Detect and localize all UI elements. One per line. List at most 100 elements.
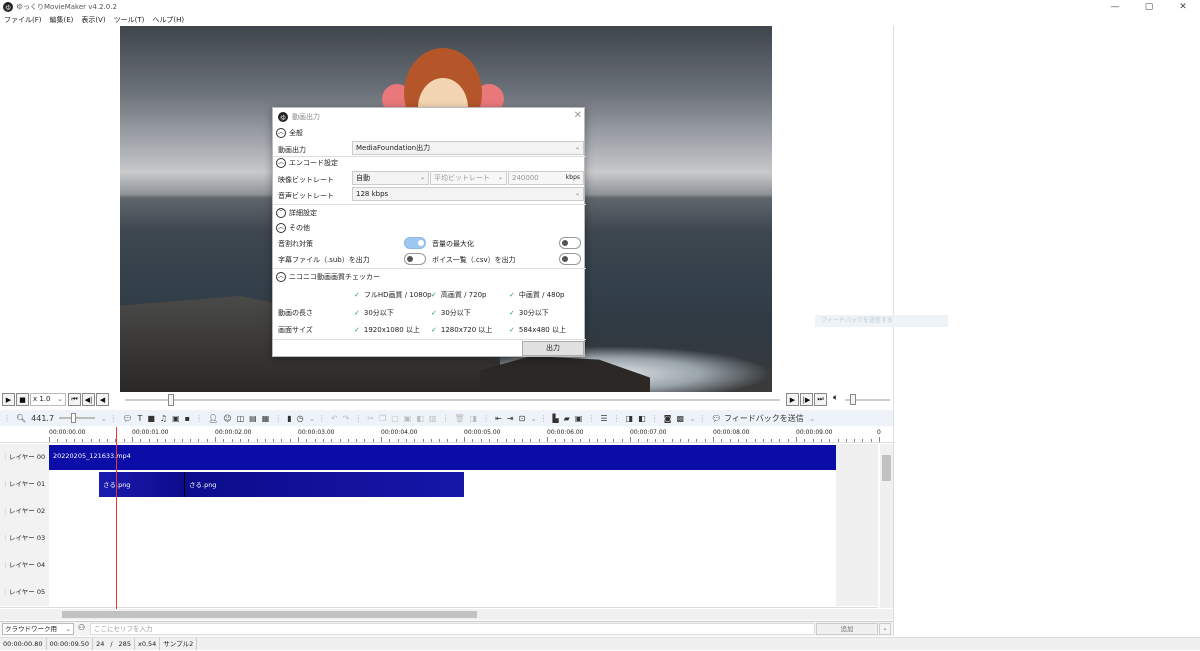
section-detail[interactable]: ﹀ 詳細設定 <box>276 208 317 218</box>
volume-thumb[interactable] <box>850 394 856 405</box>
next-frame-button[interactable]: |▶ <box>800 393 813 406</box>
video-bitrate-mode-select[interactable]: 自動 ⌄ <box>352 171 429 185</box>
preset-select[interactable]: クラウドワーク用 ⌄ <box>2 623 74 635</box>
speaker-icon[interactable]: ⚇ <box>78 623 85 632</box>
toggle-subtitle[interactable] <box>404 253 426 265</box>
maximize-button[interactable]: ▢ <box>1132 0 1166 14</box>
menu-help[interactable]: ヘルプ(H) <box>148 14 188 26</box>
seek-thumb[interactable] <box>168 394 174 406</box>
group-icon[interactable]: ▥ <box>429 414 437 423</box>
timeline-layer[interactable]: レイヤー 02 <box>0 498 878 525</box>
menu-edit[interactable]: 編集(E) <box>46 14 78 26</box>
copy-icon[interactable]: ❐ <box>379 414 386 423</box>
stop-button[interactable]: ■ <box>16 393 29 406</box>
video-bitrate-input[interactable]: 240000 kbps <box>508 171 584 185</box>
layer-track[interactable] <box>49 498 836 525</box>
layer-name[interactable]: レイヤー 04 <box>0 552 49 579</box>
vertical-scroll-thumb[interactable] <box>882 455 891 481</box>
camera-icon[interactable]: ◙ <box>664 414 672 423</box>
dialog-close-icon[interactable]: ✕ <box>574 110 582 121</box>
add-button[interactable]: 追加 <box>816 623 878 635</box>
timeline-layer[interactable]: レイヤー 04 <box>0 552 878 579</box>
redo-icon[interactable]: ↷ <box>343 414 350 423</box>
minimize-button[interactable]: — <box>1098 0 1132 14</box>
prev-frame-button[interactable]: ◀| <box>82 393 95 406</box>
skip-end-button[interactable]: ⏭ <box>814 393 827 406</box>
zoom-slider[interactable] <box>59 413 96 423</box>
settings-sliders-icon[interactable]: ☰ <box>600 414 607 423</box>
music-icon[interactable]: ♫ <box>160 414 167 423</box>
duplicate-icon[interactable]: ◧ <box>416 414 424 423</box>
move-right-icon[interactable]: ⇥ <box>507 414 514 423</box>
video-icon[interactable]: ■ <box>147 414 155 423</box>
delete-icon[interactable]: 🗑︎ <box>454 414 464 423</box>
snapshot-icon[interactable]: ▩ <box>676 414 684 423</box>
clip-image-2[interactable]: さる.png <box>185 472 464 497</box>
clip-video[interactable]: 20220205_121633.mp4 <box>49 445 836 470</box>
layer-icon[interactable]: ◫ <box>237 414 245 423</box>
speed-select[interactable]: x 1.0 ⌄ <box>30 393 66 406</box>
shape-icon[interactable]: ▪ <box>185 414 190 423</box>
close-button[interactable]: ✕ <box>1166 0 1200 14</box>
layer-track[interactable] <box>49 552 836 579</box>
clip-image-1[interactable]: さる.png <box>99 472 185 497</box>
seek-bar[interactable] <box>125 399 780 401</box>
section-general[interactable]: ︿ 全般 <box>276 128 303 138</box>
toggle-maximize[interactable] <box>559 237 581 249</box>
person-icon[interactable]: 👤︎ <box>208 414 218 423</box>
menu-tools[interactable]: ツール(T) <box>110 14 149 26</box>
open-folder-icon[interactable]: ▰ <box>564 414 570 423</box>
layer-name[interactable]: レイヤー 01 <box>0 471 49 498</box>
toggle-crackle[interactable] <box>404 237 426 249</box>
section-nico[interactable]: ︿ ニコニコ動画画質チェッカー <box>276 272 380 282</box>
split-icon[interactable]: ◨ <box>470 414 478 423</box>
dialogue-input[interactable]: ここにセリフを入力 <box>90 623 815 635</box>
timeline-layer[interactable]: レイヤー 00 20220205_121633.mp4 <box>0 444 878 471</box>
horizontal-scroll-thumb[interactable] <box>62 611 477 618</box>
timeline-layer[interactable]: レイヤー 03 <box>0 525 878 552</box>
section-detail-label: 詳細設定 <box>289 209 317 217</box>
layer-name[interactable]: レイヤー 02 <box>0 498 49 525</box>
paste-special-icon[interactable]: ▣ <box>404 414 412 423</box>
step-forward-button[interactable]: ▶ <box>786 393 799 406</box>
timeline-layer[interactable]: レイヤー 05 <box>0 579 878 608</box>
layer-name[interactable]: レイヤー 00 <box>0 444 49 471</box>
output-button[interactable]: 出力 <box>522 341 584 356</box>
add-dropdown-button[interactable]: ⌄ <box>879 623 891 635</box>
paste-icon[interactable]: ▢ <box>391 414 399 423</box>
layer-track[interactable] <box>49 579 836 606</box>
new-file-icon[interactable]: ▙ <box>553 414 559 423</box>
video-bitrate-type-select[interactable]: 平均ビットレート ⌄ <box>430 171 507 185</box>
feedback-button[interactable]: 💬︎ フィードバックを送信 <box>711 413 804 424</box>
playhead[interactable] <box>116 427 117 609</box>
save-icon[interactable]: ▣ <box>575 414 583 423</box>
export-audio-icon[interactable]: ◧ <box>638 414 646 423</box>
layer-name[interactable]: レイヤー 03 <box>0 525 49 552</box>
text-icon[interactable]: T <box>137 414 142 423</box>
image-icon[interactable]: ▣ <box>172 414 180 423</box>
timeline-layer[interactable]: レイヤー 01 さる.png さる.png <box>0 471 878 498</box>
copy-layer-icon[interactable]: ▤ <box>249 414 257 423</box>
clock-icon[interactable]: ◷ <box>297 414 304 423</box>
section-encode[interactable]: ︿ エンコード設定 <box>276 158 338 168</box>
menu-file[interactable]: ファイル(F) <box>0 14 46 26</box>
audio-bitrate-select[interactable]: 128 kbps ⌄ <box>352 187 584 201</box>
bookmark-icon[interactable]: ▮ <box>287 414 291 423</box>
undo-icon[interactable]: ↶ <box>331 414 338 423</box>
layer-name[interactable]: レイヤー 05 <box>0 579 49 606</box>
section-other[interactable]: ︿ その他 <box>276 223 310 233</box>
menu-view[interactable]: 表示(V) <box>77 14 109 26</box>
toggle-voice-list[interactable] <box>559 253 581 265</box>
move-left-icon[interactable]: ⇤ <box>495 414 502 423</box>
comment-icon[interactable]: 💬︎ <box>122 414 132 423</box>
face-icon[interactable]: ☺ <box>223 414 231 423</box>
skip-start-button[interactable]: ⏮ <box>68 393 81 406</box>
video-output-select[interactable]: MediaFoundation出力 ⌄ <box>352 141 584 155</box>
grid-icon[interactable]: ▦ <box>262 414 270 423</box>
play-button[interactable]: ▶ <box>2 393 15 406</box>
export-icon[interactable]: ◨ <box>626 414 634 423</box>
layer-track[interactable] <box>49 525 836 552</box>
cut-icon[interactable]: ✂ <box>367 414 374 423</box>
step-back-button[interactable]: ◀ <box>96 393 109 406</box>
fit-icon[interactable]: ⊡ <box>519 414 526 423</box>
